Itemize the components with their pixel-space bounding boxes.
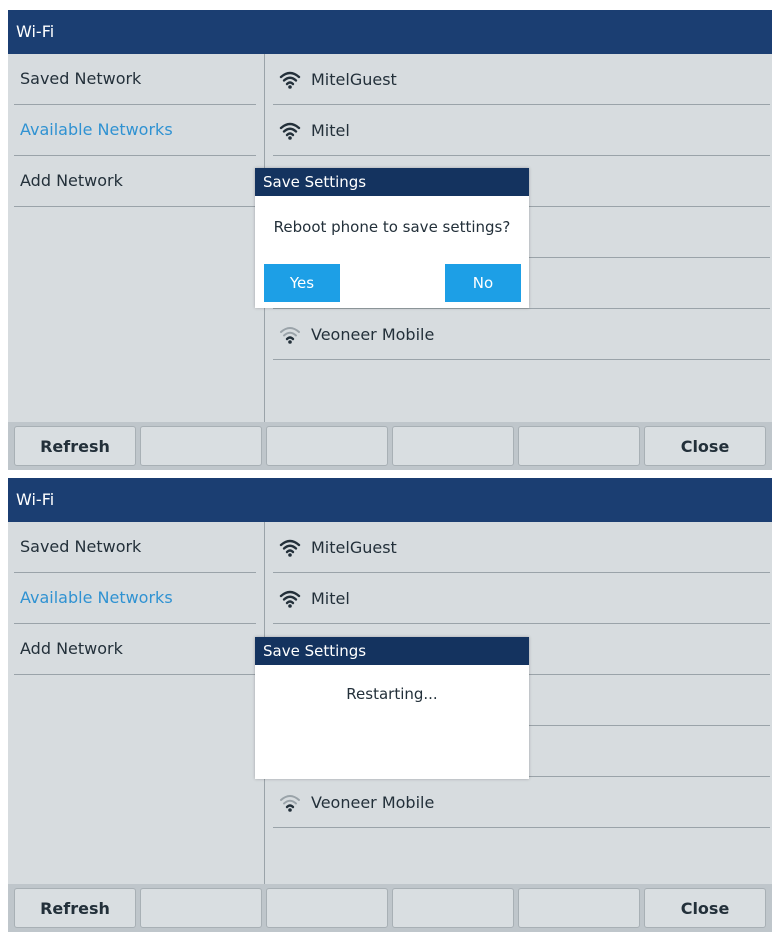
yes-button[interactable]: Yes <box>264 264 340 302</box>
dialog-title: Save Settings <box>255 168 529 196</box>
close-button[interactable]: Close <box>644 426 766 466</box>
wifi-menu: Saved Network Available Networks Add Net… <box>8 522 264 884</box>
wifi-strong-icon <box>279 122 301 140</box>
menu-item-add-network[interactable]: Add Network <box>14 624 256 675</box>
network-name: Mitel <box>311 588 350 608</box>
network-name: MitelGuest <box>311 537 397 557</box>
wifi-screen-confirm: Wi-Fi Saved Network Available Networks A… <box>8 10 772 470</box>
wifi-strong-icon <box>279 71 301 89</box>
menu-item-saved-network[interactable]: Saved Network <box>14 522 256 573</box>
close-button[interactable]: Close <box>644 888 766 928</box>
softkey-empty <box>518 888 640 928</box>
wifi-strong-icon <box>279 539 301 557</box>
menu-item-available-networks[interactable]: Available Networks <box>14 573 256 624</box>
softkey-empty <box>140 888 262 928</box>
network-row-mitel[interactable]: Mitel <box>273 573 770 624</box>
network-row-veoneer-mobile[interactable]: Veoneer Mobile <box>273 777 770 828</box>
network-name: MitelGuest <box>311 69 397 89</box>
dialog-message: Reboot phone to save settings? <box>273 218 511 236</box>
softkey-bar: Refresh Close <box>8 884 772 932</box>
refresh-button[interactable]: Refresh <box>14 888 136 928</box>
softkey-empty <box>518 426 640 466</box>
refresh-button[interactable]: Refresh <box>14 426 136 466</box>
softkey-empty <box>392 426 514 466</box>
network-row-mitelguest[interactable]: MitelGuest <box>273 54 770 105</box>
softkey-empty <box>140 426 262 466</box>
network-name: Mitel <box>311 120 350 140</box>
softkey-empty <box>392 888 514 928</box>
wifi-weak-icon <box>280 795 300 812</box>
wifi-screen-restarting: Wi-Fi Saved Network Available Networks A… <box>8 478 772 932</box>
wifi-menu: Saved Network Available Networks Add Net… <box>8 54 264 422</box>
network-name: Veoneer Mobile <box>311 324 435 344</box>
screen-title: Wi-Fi <box>8 478 772 522</box>
menu-item-add-network[interactable]: Add Network <box>14 156 256 207</box>
menu-item-saved-network[interactable]: Saved Network <box>14 54 256 105</box>
menu-item-available-networks[interactable]: Available Networks <box>14 105 256 156</box>
restarting-message: Restarting... <box>346 685 438 703</box>
save-settings-dialog: Save Settings Restarting... <box>255 637 529 779</box>
softkey-bar: Refresh Close <box>8 422 772 470</box>
softkey-empty <box>266 888 388 928</box>
softkey-empty <box>266 426 388 466</box>
wifi-weak-icon <box>280 327 300 344</box>
save-settings-dialog: Save Settings Reboot phone to save setti… <box>255 168 529 308</box>
network-row-veoneer-mobile[interactable]: Veoneer Mobile <box>273 309 770 360</box>
no-button[interactable]: No <box>445 264 521 302</box>
screen-title: Wi-Fi <box>8 10 772 54</box>
network-row-mitelguest[interactable]: MitelGuest <box>273 522 770 573</box>
wifi-strong-icon <box>279 590 301 608</box>
dialog-title: Save Settings <box>255 637 529 665</box>
network-row-mitel[interactable]: Mitel <box>273 105 770 156</box>
network-name: Veoneer Mobile <box>311 792 435 812</box>
